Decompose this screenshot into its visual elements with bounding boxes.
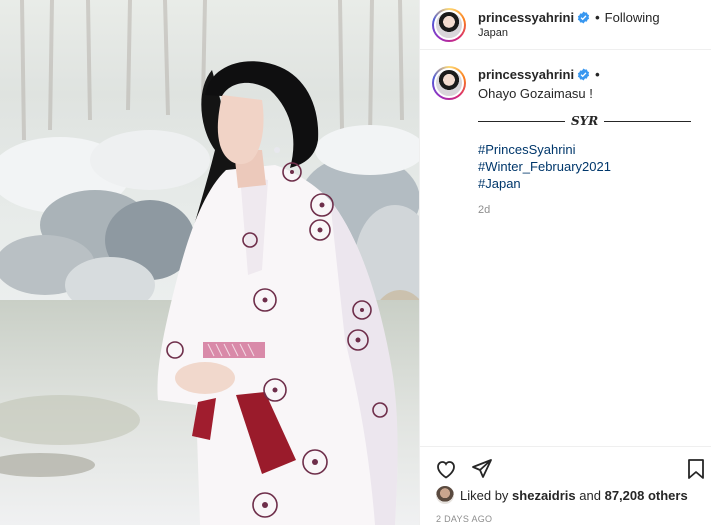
photo-illustration [0, 0, 419, 525]
liker-avatar[interactable] [436, 486, 454, 504]
separator-dot: • [595, 10, 600, 25]
separator-dot: • [595, 67, 600, 82]
verified-badge-icon [578, 11, 590, 24]
author-username[interactable]: princessyahrini [478, 10, 574, 25]
caption-username[interactable]: princessyahrini [478, 66, 574, 83]
hashtag-link[interactable]: #Winter_February2021 [478, 158, 691, 175]
post-timestamp[interactable]: 2 DAYS AGO [436, 514, 492, 524]
likes-summary: Liked by shezaidris and 87,208 others [436, 486, 688, 504]
post-location[interactable]: Japan [478, 27, 660, 39]
hashtag-link[interactable]: #Japan [478, 175, 691, 192]
hashtag-list: #PrincesSyahrini #Winter_February2021 #J… [478, 141, 691, 192]
bookmark-icon[interactable] [684, 457, 708, 481]
paper-plane-icon[interactable] [470, 457, 494, 481]
likes-count[interactable]: 87,208 others [605, 488, 688, 503]
hashtag-link[interactable]: #PrincesSyahrini [478, 141, 691, 158]
liker-username[interactable]: shezaidris [512, 488, 576, 503]
author-avatar[interactable] [432, 7, 466, 42]
signature-text: SYR [571, 114, 599, 128]
action-bar [420, 446, 711, 490]
likes-prefix: Liked by [460, 487, 509, 503]
post-header: princessyahrini • Following Japan [420, 0, 711, 50]
post-sidebar: princessyahrini • Following Japan prince… [419, 0, 711, 525]
caption-age: 2d [478, 204, 491, 216]
caption-avatar[interactable] [432, 66, 466, 100]
post-photo[interactable] [0, 0, 419, 525]
caption-signature: SYR [478, 112, 692, 130]
caption-text: Ohayo Gozaimasu ! [478, 86, 593, 101]
verified-badge-icon [578, 68, 590, 81]
heart-icon[interactable] [434, 457, 458, 481]
follow-button[interactable]: Following [605, 10, 660, 25]
post-caption: princessyahrini • Ohayo Gozaimasu ! SYR … [420, 66, 711, 219]
likes-mid: and [579, 487, 601, 503]
